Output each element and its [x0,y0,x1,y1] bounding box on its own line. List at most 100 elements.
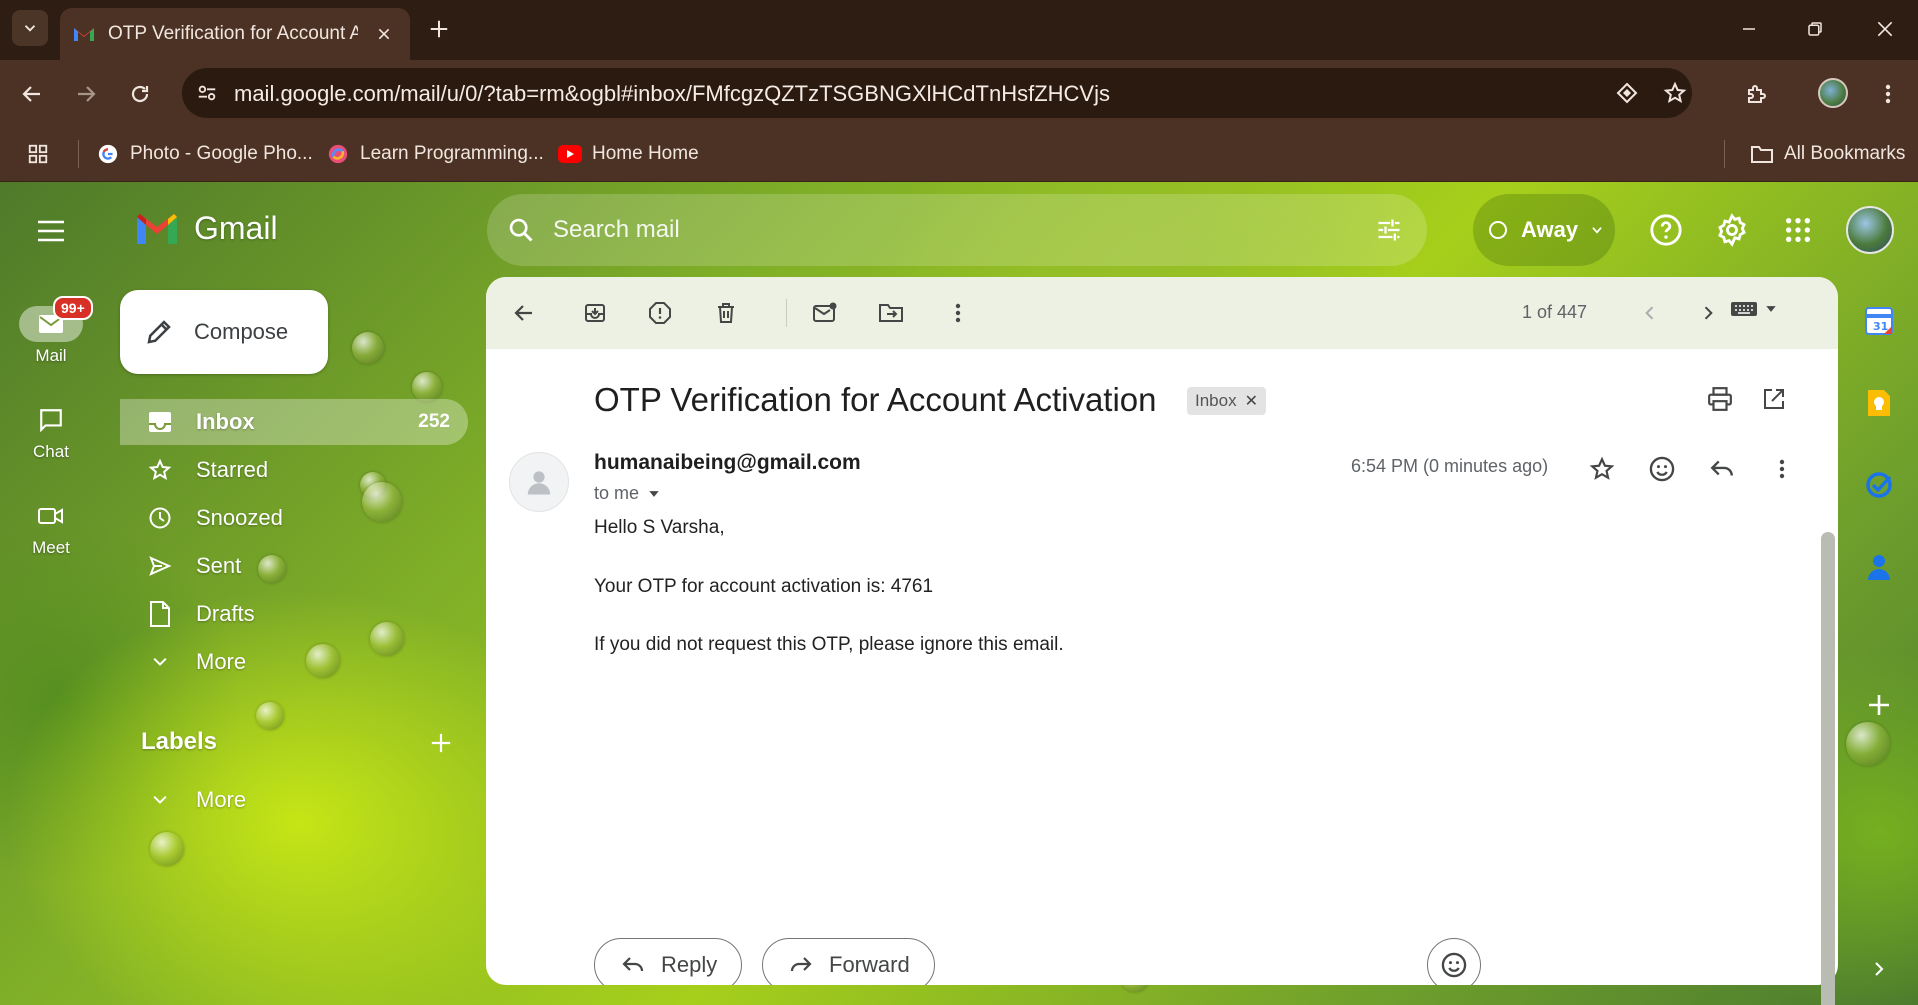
rail-meet[interactable]: Meet [11,498,91,558]
report-spam-icon [649,302,671,324]
message-more-icon[interactable] [1762,449,1802,489]
site-info-icon[interactable] [194,80,220,106]
tab-title: OTP Verification for Account Activation [108,23,358,44]
lens-icon[interactable] [1614,80,1640,106]
email-scrollbar[interactable] [1821,532,1835,1005]
url-text: mail.google.com/mail/u/0/?tab=rm&ogbl#in… [234,81,1110,106]
older-button[interactable] [1690,295,1726,331]
sidebar-item-starred[interactable]: Starred [120,447,468,493]
background-drop [256,702,284,730]
reload-icon [131,85,149,103]
chevron-down-icon [146,648,174,676]
caret-down-icon [1766,306,1776,312]
address-bar[interactable]: mail.google.com/mail/u/0/?tab=rm&ogbl#in… [182,68,1692,118]
create-label-button[interactable] [426,728,456,758]
print-icon[interactable] [1704,383,1736,415]
account-avatar[interactable] [1846,206,1894,254]
rail-chat-label: Chat [33,442,69,461]
reply-icon [622,957,644,972]
search-input[interactable]: Search mail [553,216,680,244]
star-message-icon[interactable] [1582,449,1622,489]
compose-label: Compose [194,319,289,344]
rail-mail-pill: 99+ [19,296,93,342]
google-contacts-icon[interactable] [1862,550,1896,584]
sidebar-item-snoozed[interactable]: Snoozed [120,495,468,541]
search-bar[interactable]: Search mail [487,194,1427,266]
hamburger-icon [38,220,64,242]
pencil-icon [147,320,171,344]
reply-button[interactable]: Reply [594,938,743,985]
sidebar-item-sent[interactable]: Sent [120,543,468,589]
sidebar-item-label: Sent [196,553,242,578]
google-keep-icon[interactable] [1862,386,1896,420]
clock-icon [146,504,174,532]
google-icon [96,142,120,166]
close-window-button[interactable] [1868,14,1902,44]
close-icon[interactable] [372,22,396,46]
expand-side-panel-icon[interactable] [1862,952,1896,986]
bookmark-learn-programming[interactable]: Learn Programming... [326,140,544,168]
search-options-icon[interactable] [1373,214,1405,246]
recipient-details[interactable]: to me [594,483,661,504]
settings-gear-icon[interactable] [1712,210,1752,250]
emoji-reaction-button[interactable] [1427,938,1481,985]
forward-button[interactable] [68,76,104,112]
browser-menu-icon[interactable] [1870,76,1906,112]
main-menu-button[interactable] [30,210,72,252]
delete-button[interactable] [708,295,744,331]
extensions-icon[interactable] [1738,76,1774,112]
status-selector[interactable]: Away [1473,194,1615,266]
mark-unread-button[interactable] [807,295,843,331]
report-spam-button[interactable] [642,295,678,331]
search-icon[interactable] [505,214,537,246]
back-to-inbox-button[interactable] [506,295,542,331]
sidebar-item-inbox[interactable]: Inbox 252 [120,399,468,445]
back-button[interactable] [14,76,50,112]
gmail-logo[interactable]: Gmail [134,210,278,247]
email-toolbar: 1 of 447 [486,277,1838,349]
labels-more[interactable]: More [120,777,468,823]
help-icon[interactable] [1646,210,1686,250]
open-in-new-window-icon[interactable] [1758,383,1790,415]
new-tab-button[interactable] [424,14,454,44]
bookmark-youtube-home[interactable]: Home Home [558,140,699,168]
input-tools-button[interactable] [1730,299,1778,319]
bookmark-star-icon[interactable] [1662,80,1688,106]
reply-icon[interactable] [1702,449,1742,489]
draft-document-icon [146,600,174,628]
minimize-button[interactable] [1732,14,1766,44]
pager-text: 1 of 447 [1522,302,1588,322]
browser-profile-avatar[interactable] [1818,78,1848,108]
rail-chat[interactable]: Chat [11,402,91,462]
more-options-button[interactable] [940,295,976,331]
archive-button[interactable] [577,295,613,331]
tab-search-button[interactable] [12,10,48,46]
close-icon[interactable]: ✕ [1245,391,1258,411]
gmail-m-icon [137,213,177,244]
rail-mail[interactable]: 99+ Mail [11,296,93,366]
email-body-greeting: Hello S Varsha, [594,517,725,538]
sender-avatar[interactable] [509,452,569,512]
get-addons-plus-icon[interactable] [1862,688,1896,722]
forward-button[interactable]: Forward [762,938,935,985]
google-apps-icon[interactable] [1778,210,1818,250]
label-chip-inbox[interactable]: Inbox ✕ [1187,387,1266,415]
bookmark-google-photos[interactable]: Photo - Google Pho... [96,140,313,168]
sidebar-item-drafts[interactable]: Drafts [120,591,468,637]
apps-grid-button[interactable] [26,140,60,168]
all-bookmarks-button[interactable]: All Bookmarks [1750,140,1905,168]
newer-button[interactable] [1632,295,1668,331]
labels-heading: Labels [141,728,218,755]
browser-tab-active[interactable]: OTP Verification for Account Activation [60,8,410,60]
rail-chat-pill [19,402,83,438]
reload-button[interactable] [122,76,158,112]
google-calendar-icon[interactable]: 31 [1862,304,1896,338]
sidebar-item-more[interactable]: More [120,639,468,685]
add-reaction-icon[interactable] [1642,449,1682,489]
label-chip-text: Inbox [1195,391,1237,410]
move-to-button[interactable] [873,295,909,331]
compose-button[interactable]: Compose [120,290,328,374]
sender-address[interactable]: humanaibeing@gmail.com [594,451,861,475]
google-tasks-icon[interactable] [1862,468,1896,502]
restore-button[interactable] [1798,14,1832,44]
